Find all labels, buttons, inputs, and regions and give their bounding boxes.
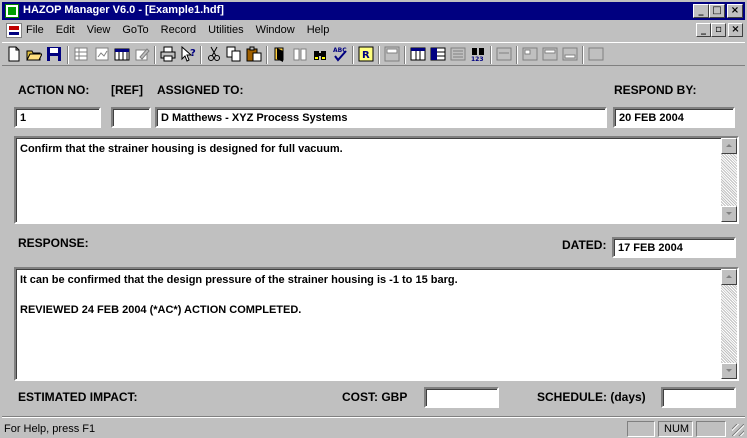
edit-icon[interactable] <box>134 46 152 63</box>
grid-icon[interactable] <box>114 46 132 63</box>
assigned-to-label: ASSIGNED TO: <box>157 83 244 97</box>
menu-file[interactable]: File <box>26 24 44 36</box>
open-icon[interactable] <box>26 46 44 63</box>
scroll-down-button[interactable] <box>721 363 737 379</box>
scroll-up-button[interactable] <box>721 269 737 285</box>
window-title: HAZOP Manager V6.0 - [Example1.hdf] <box>23 4 224 16</box>
list-icon[interactable] <box>450 46 468 63</box>
menu-record[interactable]: Record <box>161 24 196 36</box>
schedule-label: SCHEDULE: (days) <box>537 390 646 404</box>
respond-by-field[interactable]: 20 FEB 2004 <box>613 107 735 128</box>
ref-label: [REF] <box>111 83 143 97</box>
response-scrollbar[interactable] <box>721 269 737 379</box>
menu-edit[interactable]: Edit <box>56 24 75 36</box>
paste-icon[interactable] <box>246 46 264 63</box>
view-columns-icon[interactable] <box>410 46 428 63</box>
ref-field[interactable] <box>111 107 151 128</box>
svg-text:123: 123 <box>471 56 484 62</box>
schedule-field[interactable] <box>661 387 736 408</box>
title-bar[interactable]: HAZOP Manager V6.0 - [Example1.hdf] _ □ … <box>2 2 745 20</box>
dated-field[interactable]: 17 FEB 2004 <box>612 237 736 258</box>
book-icon[interactable] <box>292 46 310 63</box>
report-alt-icon[interactable] <box>384 46 402 63</box>
menu-utilities[interactable]: Utilities <box>208 24 243 36</box>
find-numbers-icon[interactable]: 123 <box>470 46 488 63</box>
cut-icon[interactable] <box>206 46 224 63</box>
num-indicator: NUM <box>658 421 693 437</box>
menu-help[interactable]: Help <box>307 24 330 36</box>
save-icon[interactable] <box>46 46 64 63</box>
action-description-text: Confirm that the strainer housing is des… <box>20 143 343 155</box>
response-memo[interactable]: It can be confirmed that the design pres… <box>14 267 739 381</box>
report-icon[interactable] <box>272 46 290 63</box>
doc-minimize-button[interactable]: _ <box>696 23 711 37</box>
action-no-label: ACTION NO: <box>18 83 90 97</box>
copy-icon[interactable] <box>226 46 244 63</box>
panel-2-icon[interactable] <box>522 46 540 63</box>
toolbar: ? ABC R 123 <box>2 42 745 66</box>
view-alt-icon[interactable] <box>430 46 448 63</box>
status-divider <box>2 416 745 418</box>
action-no-field[interactable]: 1 <box>14 107 101 128</box>
spellcheck-icon[interactable]: ABC <box>332 46 350 63</box>
help-status-text: For Help, press F1 <box>4 423 96 435</box>
menu-bar: File Edit View GoTo Record Utilities Win… <box>2 21 745 40</box>
app-icon[interactable] <box>5 4 19 18</box>
minimize-button[interactable]: _ <box>693 4 709 18</box>
response-text: It can be confirmed that the design pres… <box>20 274 458 316</box>
resize-grip[interactable] <box>732 424 744 436</box>
menu-view[interactable]: View <box>87 24 111 36</box>
chart-icon[interactable] <box>94 46 112 63</box>
scroll-up-button[interactable] <box>721 138 737 154</box>
document-icon[interactable] <box>6 23 22 38</box>
help-pointer-icon[interactable]: ? <box>180 46 198 63</box>
action-scrollbar[interactable] <box>721 138 737 222</box>
new-icon[interactable] <box>6 46 24 63</box>
action-description-memo[interactable]: Confirm that the strainer housing is des… <box>14 136 739 224</box>
navigator-icon[interactable]: R <box>358 46 376 63</box>
close-button[interactable]: × <box>727 4 743 18</box>
doc-restore-button[interactable]: ▫ <box>711 23 726 37</box>
panel-5-icon[interactable] <box>588 46 606 63</box>
panel-1-icon[interactable] <box>496 46 514 63</box>
caps-indicator <box>627 421 655 437</box>
svg-text:?: ? <box>190 48 196 59</box>
svg-text:R: R <box>362 50 370 61</box>
main-window: HAZOP Manager V6.0 - [Example1.hdf] _ □ … <box>0 0 747 438</box>
estimated-impact-label: ESTIMATED IMPACT: <box>18 390 138 404</box>
menu-window[interactable]: Window <box>256 24 295 36</box>
scroll-down-button[interactable] <box>721 206 737 222</box>
respond-by-label: RESPOND BY: <box>614 83 697 97</box>
doc-close-button[interactable]: × <box>728 23 743 37</box>
menu-goto[interactable]: GoTo <box>122 24 148 36</box>
maximize-button[interactable]: □ <box>709 4 725 18</box>
response-label: RESPONSE: <box>18 236 89 250</box>
scroll-indicator <box>696 421 726 437</box>
panel-4-icon[interactable] <box>562 46 580 63</box>
assigned-to-field[interactable]: D Matthews - XYZ Process Systems <box>155 107 607 128</box>
cost-label: COST: GBP <box>342 390 408 404</box>
print-icon[interactable] <box>160 46 178 63</box>
status-bar: For Help, press F1 NUM <box>2 420 745 437</box>
binoculars-icon[interactable] <box>312 46 330 63</box>
dated-label: DATED: <box>562 238 607 252</box>
panel-3-icon[interactable] <box>542 46 560 63</box>
table-icon[interactable] <box>73 46 91 63</box>
cost-field[interactable] <box>424 387 499 408</box>
